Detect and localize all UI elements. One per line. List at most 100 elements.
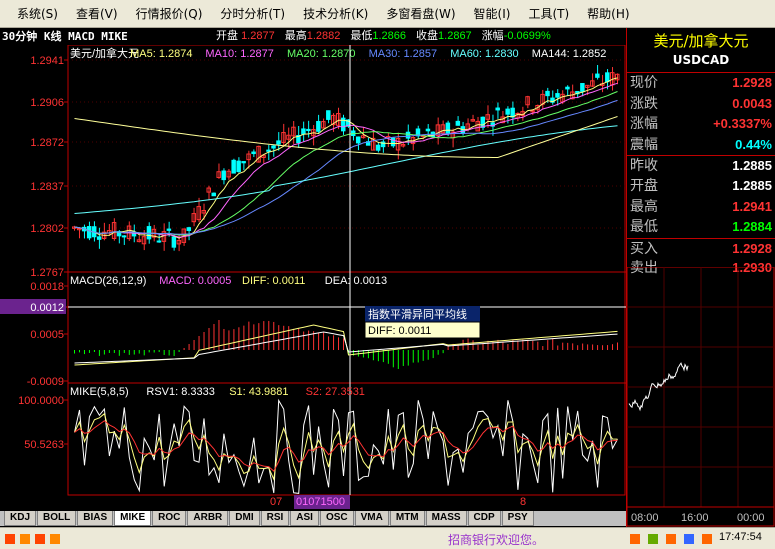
menu-item-8[interactable]: 帮助(H) [578,4,638,24]
quote-value: 0.0043 [732,95,772,111]
quote-value: 1.2885 [732,158,772,174]
status-icon-3 [35,534,45,544]
tab-boll[interactable]: BOLL [37,511,77,526]
candle-body [316,120,321,132]
candle-body [156,240,162,243]
price-axis-label: 1.2767 [30,267,64,279]
quote-value: 1.2928 [732,75,772,90]
symbol-name: 美元/加拿大元 [653,32,749,50]
candle-body [86,226,92,239]
tab-kdj[interactable]: KDJ [4,511,37,526]
quote-value: +0.3337% [713,116,772,132]
tab-osc[interactable]: OSC [319,511,354,526]
chart-panel[interactable]: 1.2941 1.2906 1.2872 1.2837 1.2802 1.2767 美元/加… [0,45,626,510]
candle-body [221,170,226,181]
ma60-line [74,125,618,214]
change-value: -0.0699% [503,30,551,42]
status-icons [5,534,60,544]
indicator-tab-bar: KDJ BOLL BIAS MIKE ROC ARBR DMI RSI ASI OSC VMA MTM… [0,511,626,526]
mike-axis-label: 50.5263 [24,439,64,451]
candle-body [236,160,241,173]
menu-item-7[interactable]: 工具(T) [519,4,578,24]
quote-row: 昨收 1.2885 [627,155,775,176]
chart-title: 30分钟 K线 MACD MIKE [2,30,128,43]
news-ticker: 招商银行欢迎您。 [448,533,545,547]
tray-icon-2[interactable] [648,534,658,544]
candle-body [241,161,246,164]
tab-mass[interactable]: MASS [425,511,467,526]
quote-label: 最高 [630,198,658,215]
macd-legend-item: DEA: 0.0013 [325,275,387,287]
low-label: 最低 [350,30,373,42]
tab-roc[interactable]: ROC [152,511,187,526]
menu-bar: 系统(S) 查看(V) 行情报价(Q) 分时分析(T) 技术分析(K) 多窗看盘(W) 智能… [0,0,775,28]
candle-body [545,90,550,97]
price-axis-label: 1.2941 [30,55,64,67]
x-axis-label-right: 8 [520,496,526,508]
open-value: 1.2877 [241,30,275,42]
quote-value: 1.2928 [732,240,772,256]
mike-legend-item: S1: 43.9881 [229,386,288,398]
quote-value: 1.2941 [732,198,772,214]
candle-body [276,140,281,145]
menu-item-1[interactable]: 查看(V) [67,4,127,24]
macd-legend-item: DIFF: 0.0011 [242,275,305,287]
close-value: 1.2867 [438,30,472,42]
menu-item-4[interactable]: 技术分析(K) [294,4,377,24]
candle-body [251,151,256,155]
price-axis-label: 1.2872 [30,137,64,149]
tab-asi[interactable]: ASI [290,511,319,526]
tab-dmi[interactable]: DMI [229,511,260,526]
tab-bias[interactable]: BIAS [77,511,114,526]
mike-legend-item: S2: 27.3531 [306,386,365,398]
candle-body [555,93,560,98]
tab-rsi[interactable]: RSI [260,511,290,526]
candle-body [121,235,127,238]
candle-body [355,136,361,144]
quote-row: 开盘 1.2885 [627,176,775,197]
price-legend-item: MA60: 1.2830 [450,48,519,60]
candle-body [510,107,515,118]
quote-value: 1.2885 [732,177,772,193]
cursor-time-label: 01071500 [296,496,345,508]
menu-item-5[interactable]: 多窗看盘(W) [377,4,464,24]
macd-legend-item: MACD: 0.0005 [159,275,231,287]
tab-vma[interactable]: VMA [354,511,389,526]
macd-axis-label: 0.0018 [30,281,64,293]
tab-mtm[interactable]: MTM [389,511,425,526]
quote-label: 昨收 [630,158,658,175]
quote-strip: 开盘 1.2877 最高1.2882 最低1.2866 收盘1.2867 涨幅-… [216,28,551,45]
quote-list: 现价 1.2928 涨跌 0.0043 涨幅 +0.3337% 震幅 0.44% 昨收 1.288… [627,73,775,279]
status-bar: 招商银行欢迎您。 17:47:54 [0,527,775,549]
candle-body [580,83,585,92]
status-icon-4 [50,534,60,544]
candle-body [306,128,311,132]
candle-body [266,149,271,152]
tab-arbr[interactable]: ARBR [187,511,229,526]
menu-item-3[interactable]: 分时分析(T) [211,4,294,24]
quote-label: 买入 [630,240,658,257]
price-legend-item: 美元/加拿大元 [70,46,139,60]
mini-price-line [628,362,689,412]
quote-label: 现价 [630,75,658,91]
tab-cdp[interactable]: CDP [467,511,501,526]
chart-canvas[interactable]: 1.2941 1.2906 1.2872 1.2837 1.2802 1.2767 美元/加… [0,45,626,510]
tray-icon-1[interactable] [630,534,640,544]
menu-item-2[interactable]: 行情报价(Q) [127,4,212,24]
candles [72,64,620,252]
tray-icon-4[interactable] [684,534,694,544]
tab-mike[interactable]: MIKE [114,511,152,526]
tray-icon-3[interactable] [666,534,676,544]
tab-psy[interactable]: PSY [501,511,534,526]
open-label: 开盘 [216,30,238,42]
tooltip-value: DIFF: 0.0011 [368,325,431,337]
candle-body [171,236,177,248]
menu-item-0[interactable]: 系统(S) [8,4,67,24]
menu-item-6[interactable]: 智能(I) [465,4,520,24]
tray-icon-5[interactable] [702,534,712,544]
candle-body [146,226,152,240]
quote-label: 震幅 [630,136,658,153]
price-axis-label: 1.2837 [30,181,64,193]
intraday-mini-chart[interactable]: 08:00 16:00 00:00 [627,267,775,527]
quote-value: 1.2884 [732,219,772,235]
